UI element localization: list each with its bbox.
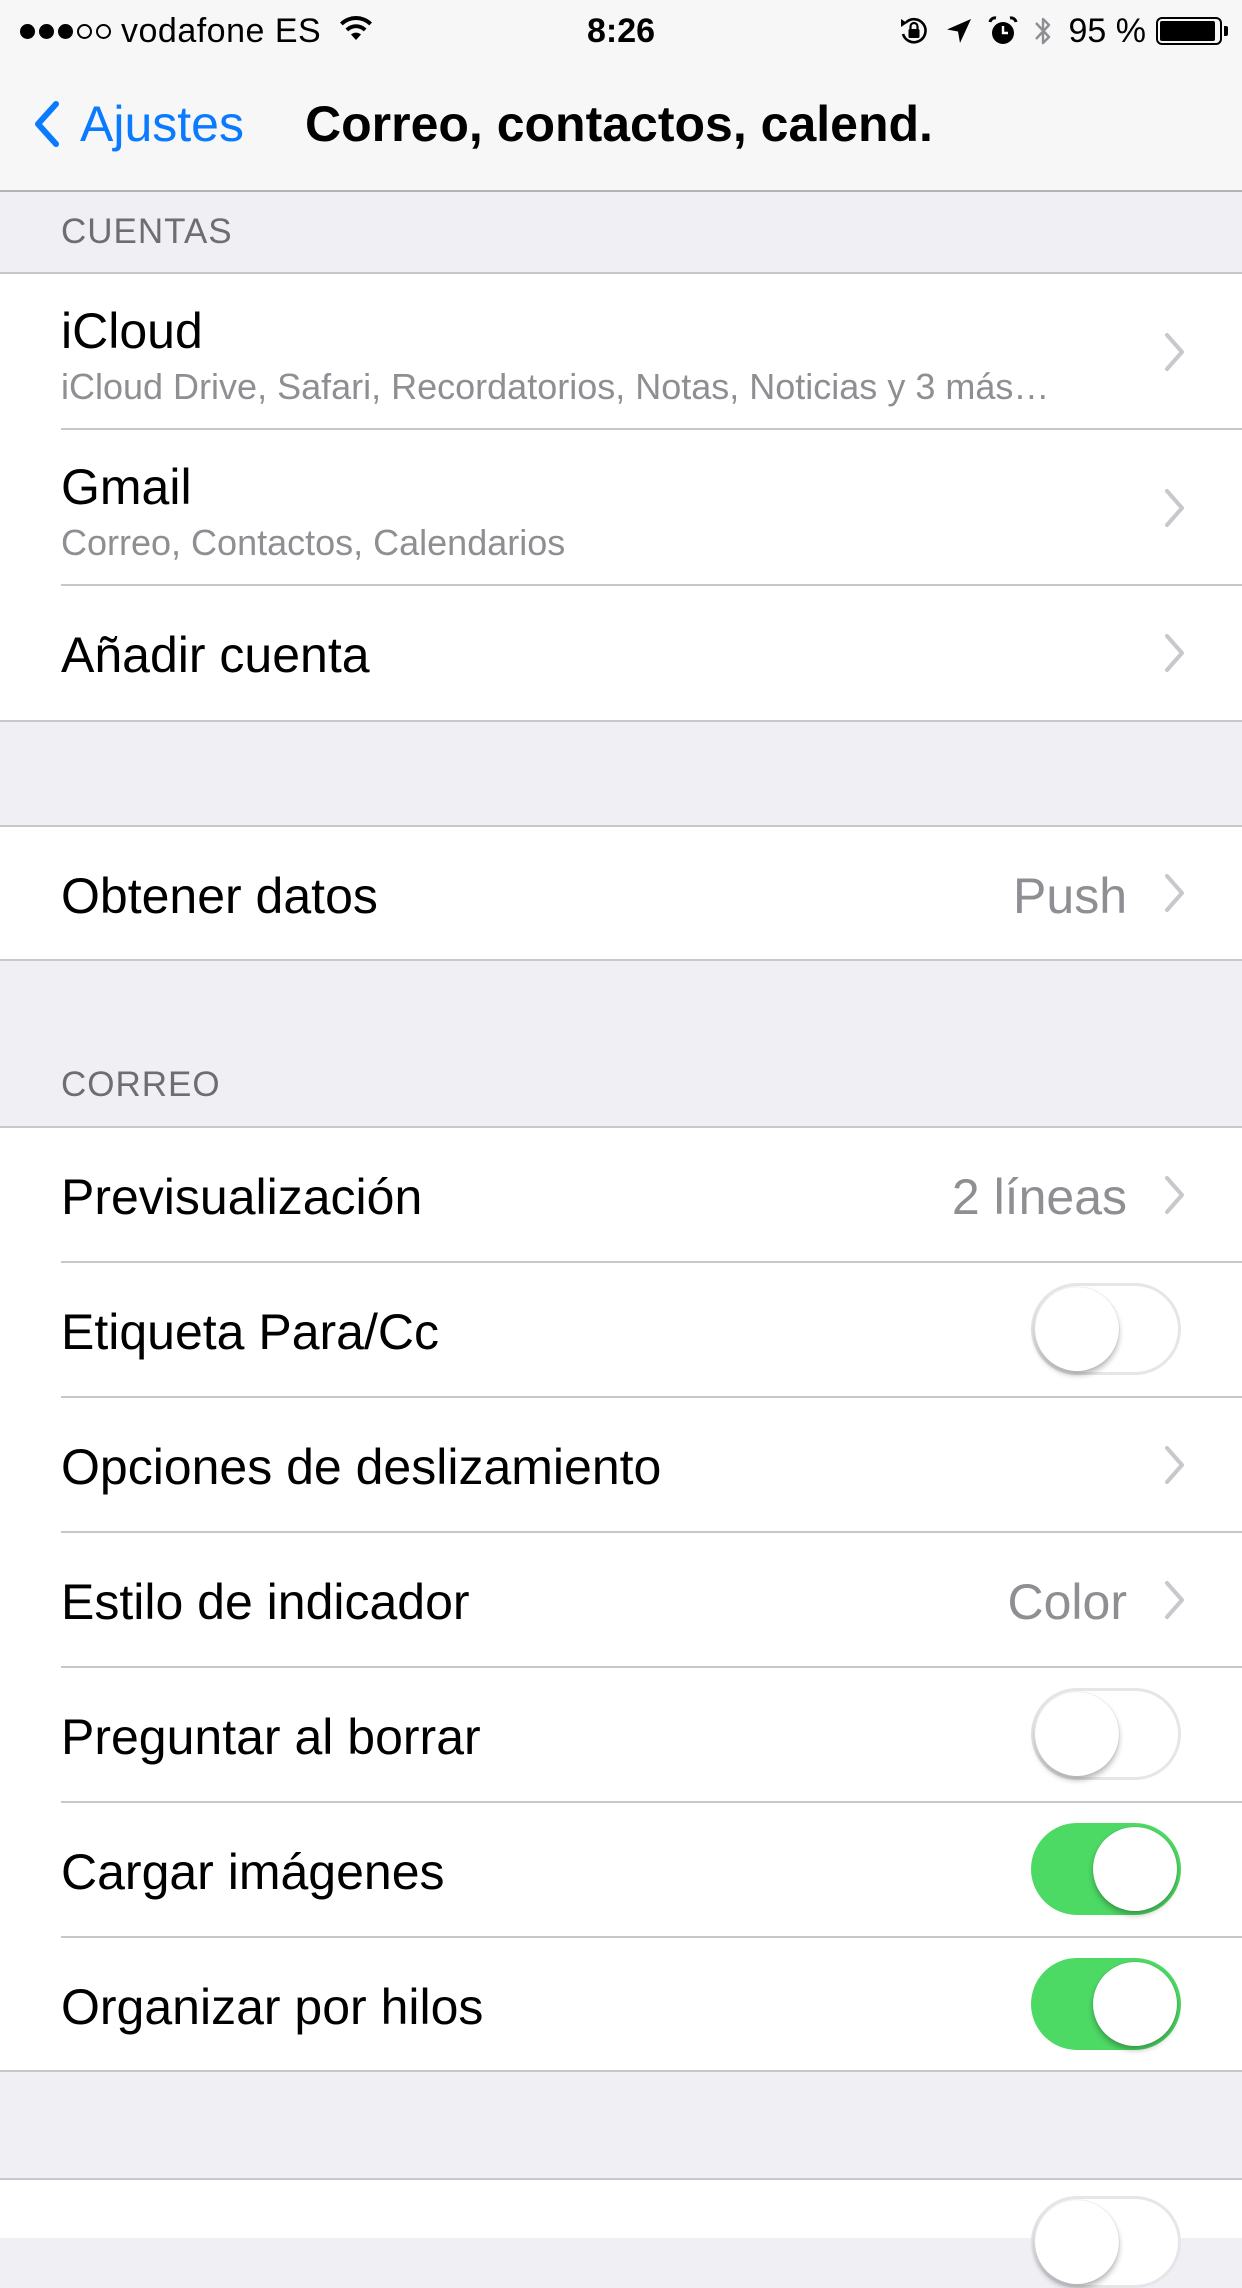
add-account-row[interactable]: Añadir cuenta: [0, 586, 1242, 720]
account-row-gmail[interactable]: Gmail Correo, Contactos, Calendarios: [0, 430, 1242, 586]
location-arrow-icon: [945, 17, 973, 45]
battery-icon: [1156, 17, 1222, 45]
fetch-data-row[interactable]: Obtener datos Push: [0, 827, 1242, 959]
battery-percentage: 95 %: [1068, 11, 1147, 50]
chevron-right-icon: [1165, 333, 1184, 371]
preview-value: 2 líneas: [951, 1169, 1127, 1225]
account-row-icloud[interactable]: iCloud iCloud Drive, Safari, Recordatori…: [0, 274, 1242, 430]
navigation-bar: Ajustes Correo, contactos, calend.: [0, 62, 1242, 192]
account-title: Gmail: [61, 459, 192, 515]
chevron-right-icon: [1165, 634, 1184, 672]
to-cc-label-row: Etiqueta Para/Cc: [0, 1263, 1242, 1398]
load-images-label: Cargar imágenes: [61, 1844, 445, 1900]
chevron-right-icon: [1165, 1446, 1184, 1484]
chevron-right-icon: [1165, 489, 1184, 527]
ask-before-deleting-toggle[interactable]: [1031, 1688, 1181, 1780]
section-header-accounts: CUENTAS: [61, 212, 233, 251]
load-images-row: Cargar imágenes: [0, 1803, 1242, 1938]
rotation-lock-icon: [897, 14, 931, 48]
page-title: Correo, contactos, calend.: [305, 96, 933, 152]
organize-by-thread-label: Organizar por hilos: [61, 1979, 484, 2035]
bluetooth-icon: [1033, 14, 1053, 48]
battery-level: [1160, 21, 1216, 41]
next-group-partial: [0, 2178, 1242, 2288]
partial-toggle[interactable]: [1031, 2196, 1181, 2288]
fetch-group: Obtener datos Push: [0, 825, 1242, 961]
back-button[interactable]: Ajustes: [34, 92, 244, 156]
preview-row[interactable]: Previsualización 2 líneas: [0, 1128, 1242, 1263]
account-subtitle: Correo, Contactos, Calendarios: [61, 522, 566, 563]
account-title: iCloud: [61, 303, 203, 359]
accounts-group: iCloud iCloud Drive, Safari, Recordatori…: [0, 272, 1242, 722]
to-cc-label: Etiqueta Para/Cc: [61, 1304, 439, 1360]
battery-tip: [1224, 26, 1228, 36]
add-account-label: Añadir cuenta: [61, 627, 370, 683]
swipe-options-row[interactable]: Opciones de deslizamiento: [0, 1398, 1242, 1533]
toggle-knob: [1093, 1962, 1177, 2046]
alarm-icon: [987, 15, 1019, 47]
status-bar-right: 95 %: [883, 10, 1228, 52]
mail-group: Previsualización 2 líneas Etiqueta Para/…: [0, 1126, 1242, 2072]
chevron-right-icon: [1165, 1176, 1184, 1214]
toggle-knob: [1035, 1287, 1119, 1371]
organize-by-thread-toggle[interactable]: [1031, 1958, 1181, 2050]
load-images-toggle[interactable]: [1031, 1823, 1181, 1915]
preview-label: Previsualización: [61, 1169, 423, 1225]
fetch-data-label: Obtener datos: [61, 868, 378, 924]
toggle-knob: [1093, 1827, 1177, 1911]
ask-before-deleting-row: Preguntar al borrar: [0, 1668, 1242, 1803]
chevron-right-icon: [1165, 1581, 1184, 1619]
flag-style-row[interactable]: Estilo de indicador Color: [0, 1533, 1242, 1668]
flag-style-label: Estilo de indicador: [61, 1574, 470, 1630]
to-cc-label-toggle[interactable]: [1031, 1283, 1181, 1375]
back-button-label[interactable]: Ajustes: [80, 95, 244, 153]
section-header-mail: CORREO: [61, 1065, 221, 1104]
account-subtitle: iCloud Drive, Safari, Recordatorios, Not…: [61, 366, 1050, 407]
organize-by-thread-row: Organizar por hilos: [0, 1938, 1242, 2070]
ask-before-deleting-label: Preguntar al borrar: [61, 1709, 481, 1765]
status-bar: vodafone ES 8:26 95 %: [0, 0, 1242, 62]
toggle-knob: [1035, 1692, 1119, 1776]
toggle-knob: [1035, 2200, 1119, 2284]
flag-style-value: Color: [1007, 1574, 1127, 1630]
chevron-right-icon: [1165, 874, 1184, 912]
swipe-options-label: Opciones de deslizamiento: [61, 1439, 662, 1495]
fetch-data-value: Push: [1013, 868, 1127, 924]
chevron-left-icon: [35, 101, 59, 147]
